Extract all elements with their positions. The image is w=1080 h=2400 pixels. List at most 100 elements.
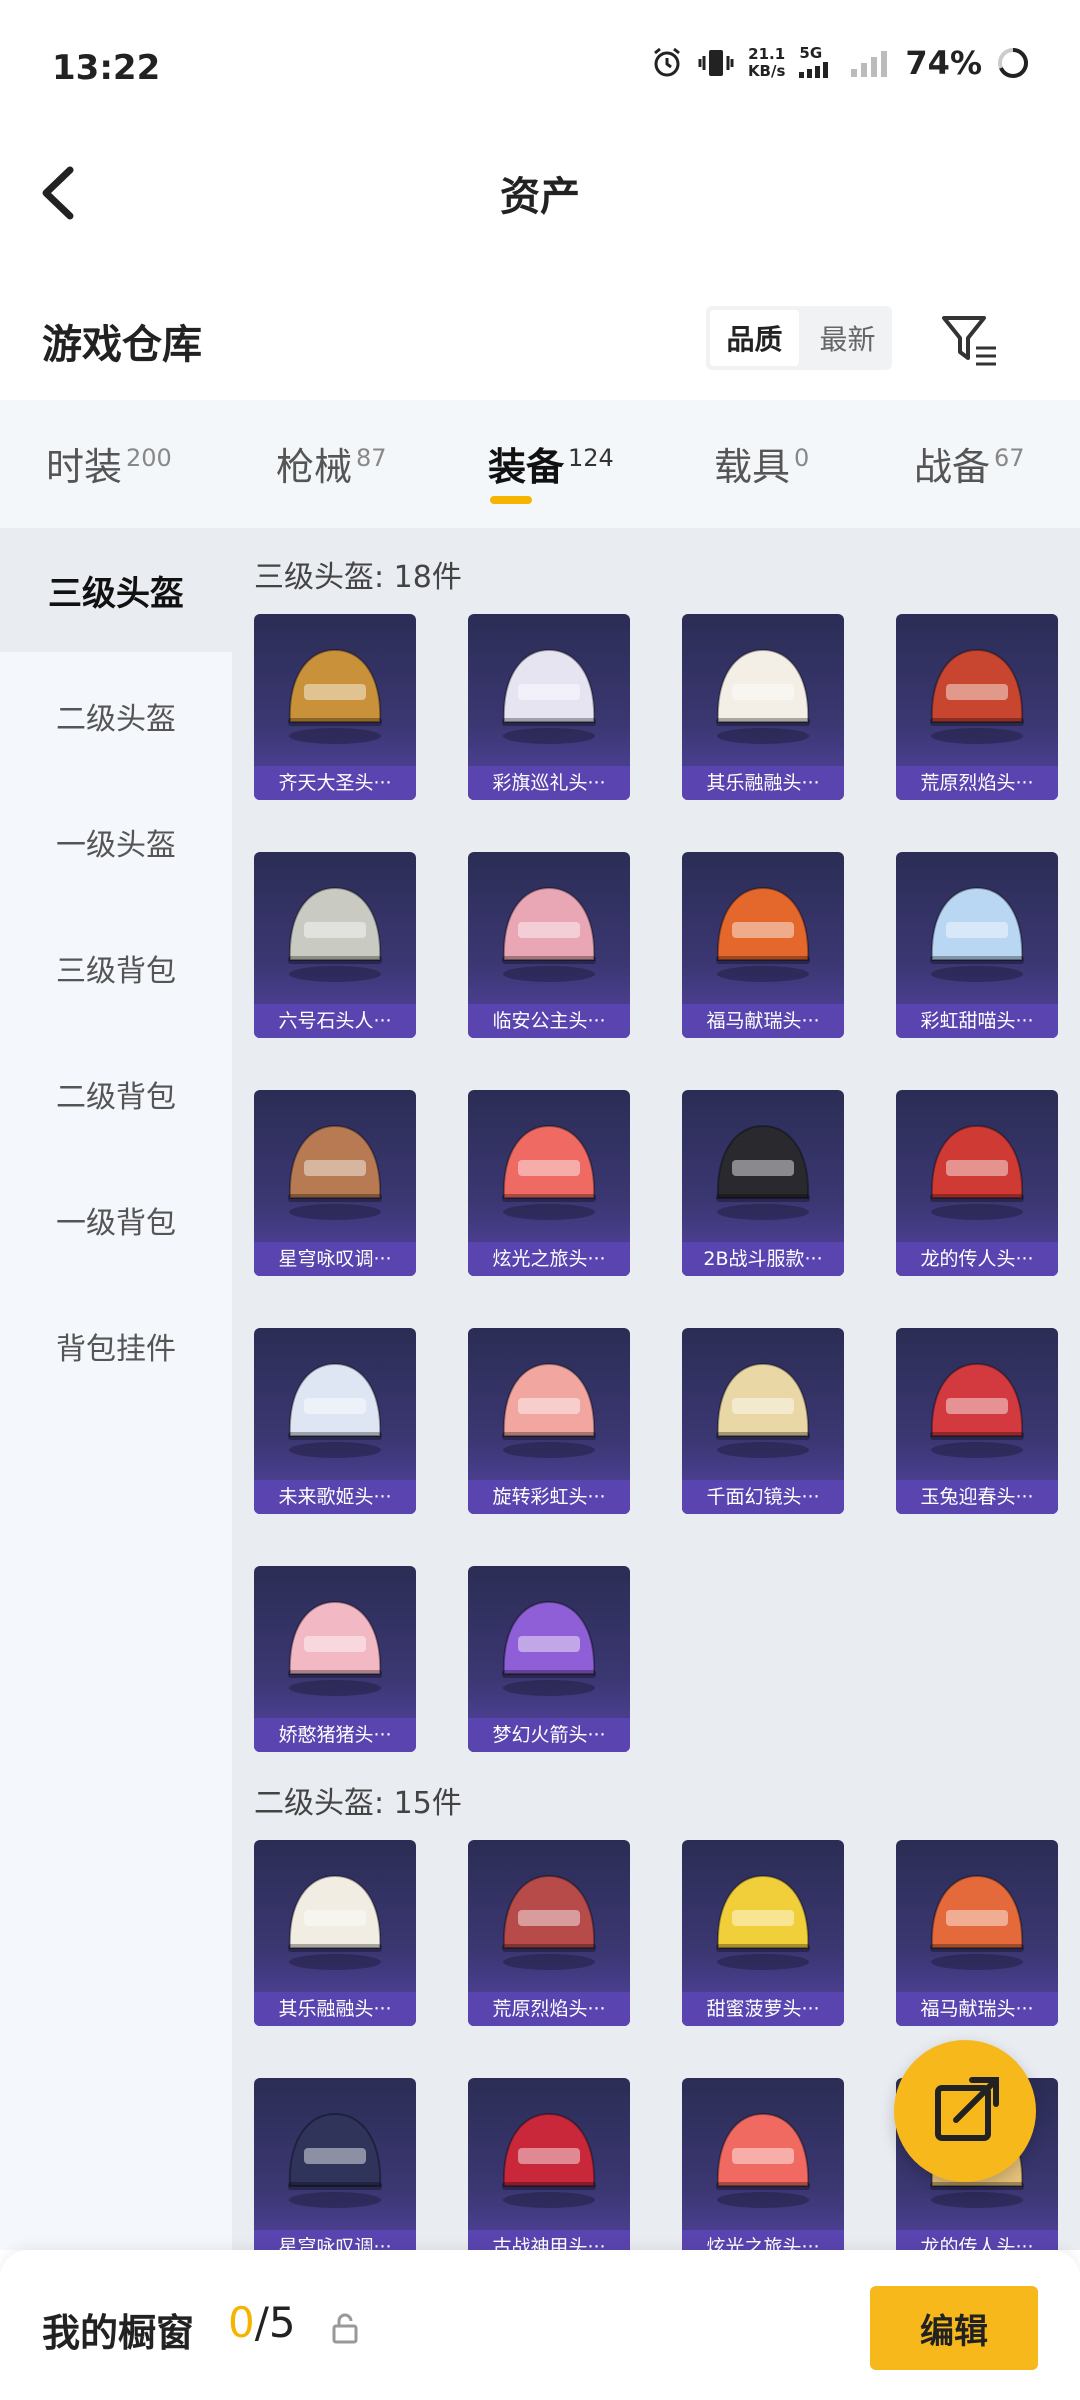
item-name: 炫光之旅头··· [468, 1242, 630, 1276]
item-card[interactable]: 炫光之旅头··· [468, 1090, 630, 1276]
helmet-icon [716, 886, 810, 982]
item-name: 彩旗巡礼头··· [468, 766, 630, 800]
item-card[interactable]: 娇憨猪猪头··· [254, 1566, 416, 1752]
network-type: 5G [799, 43, 837, 82]
helmet-icon [288, 886, 382, 982]
item-name: 梦幻火箭头··· [468, 1718, 630, 1752]
item-card[interactable]: 荒原烈焰头··· [468, 1840, 630, 2026]
sidebar-item-level3-helmet[interactable]: 三级头盔 [0, 528, 232, 652]
status-icons: 21.1 KB/s 5G 74% [650, 44, 1030, 82]
helmet-icon [930, 1874, 1024, 1970]
item-name: 炫光之旅头··· [682, 2230, 844, 2250]
item-name: 齐天大圣头··· [254, 766, 416, 800]
item-card[interactable]: 旋转彩虹头··· [468, 1328, 630, 1514]
group-title: 三级头盔: 18件 [254, 560, 462, 595]
helmet-icon [502, 1600, 596, 1696]
tab-equipment[interactable]: 装备 124 [488, 436, 614, 491]
speed-unit: KB/s [747, 62, 786, 80]
status-time: 13:22 [52, 48, 161, 88]
sidebar-item-level2-helmet[interactable]: 二级头盔 [0, 654, 232, 778]
showcase-bar: 我的橱窗 0/5 编辑 [0, 2250, 1080, 2400]
helmet-icon [502, 2112, 596, 2208]
helmet-icon [716, 1362, 810, 1458]
item-name: 娇憨猪猪头··· [254, 1718, 416, 1752]
showcase-label: 我的橱窗 [42, 2311, 195, 2355]
item-card[interactable]: 福马献瑞头··· [682, 852, 844, 1038]
item-name: 龙的传人头··· [896, 2230, 1058, 2250]
helmet-icon [930, 1124, 1024, 1220]
lock-icon [332, 2313, 358, 2344]
sort-newest-button[interactable]: 最新 [803, 306, 892, 370]
showcase-count-max: /5 [254, 2298, 296, 2347]
item-card[interactable]: 其乐融融头··· [682, 614, 844, 800]
share-button[interactable] [894, 2040, 1036, 2182]
item-card[interactable]: 其乐融融头··· [254, 1840, 416, 2026]
sort-quality-button[interactable]: 品质 [710, 310, 799, 366]
item-card[interactable]: 六号石头人··· [254, 852, 416, 1038]
item-card[interactable]: 千面幻镜头··· [682, 1328, 844, 1514]
item-card[interactable]: 古战神甲头··· [468, 2078, 630, 2250]
item-name: 旋转彩虹头··· [468, 1480, 630, 1514]
tab-label: 枪械 [276, 445, 353, 489]
vibrate-icon [698, 50, 734, 76]
network-label: 5G [799, 43, 823, 62]
tab-weapons[interactable]: 枪械 87 [276, 436, 387, 491]
item-card[interactable]: 炫光之旅头··· [682, 2078, 844, 2250]
battery-percent: 74% [905, 44, 982, 82]
helmet-icon [288, 648, 382, 744]
tab-count: 87 [356, 444, 387, 473]
helmet-icon [930, 886, 1024, 982]
tab-fashion[interactable]: 时装 200 [46, 436, 172, 491]
item-name: 星穹咏叹调··· [254, 2230, 416, 2250]
tab-supplies[interactable]: 战备 67 [914, 436, 1025, 491]
item-card[interactable]: 2B战斗服款··· [682, 1090, 844, 1276]
sidebar-item-backpack-charm[interactable]: 背包挂件 [0, 1284, 232, 1408]
share-external-icon [935, 2077, 999, 2141]
item-name: 甜蜜菠萝头··· [682, 1992, 844, 2026]
item-name: 荒原烈焰头··· [896, 766, 1058, 800]
sidebar-item-level3-backpack[interactable]: 三级背包 [0, 906, 232, 1030]
item-card[interactable]: 齐天大圣头··· [254, 614, 416, 800]
tab-label: 装备 [488, 445, 565, 489]
helmet-icon [502, 1874, 596, 1970]
item-card[interactable]: 彩虹甜喵头··· [896, 852, 1058, 1038]
item-card[interactable]: 星穹咏叹调··· [254, 2078, 416, 2250]
item-card[interactable]: 临安公主头··· [468, 852, 630, 1038]
network-speed: 21.1 KB/s [748, 46, 785, 80]
item-name: 荒原烈焰头··· [468, 1992, 630, 2026]
tab-count: 124 [568, 444, 614, 473]
item-name: 2B战斗服款··· [682, 1242, 844, 1276]
sidebar-item-level1-helmet[interactable]: 一级头盔 [0, 780, 232, 904]
filter-icon[interactable] [940, 312, 1000, 368]
section-title: 游戏仓库 [42, 322, 202, 368]
item-name: 福马献瑞头··· [896, 1992, 1058, 2026]
item-name: 福马献瑞头··· [682, 1004, 844, 1038]
item-card[interactable]: 福马献瑞头··· [896, 1840, 1058, 2026]
item-name: 星穹咏叹调··· [254, 1242, 416, 1276]
active-tab-indicator [490, 496, 532, 504]
item-name: 千面幻镜头··· [682, 1480, 844, 1514]
sidebar-item-level1-backpack[interactable]: 一级背包 [0, 1158, 232, 1282]
tab-label: 战备 [914, 445, 991, 489]
item-card[interactable]: 梦幻火箭头··· [468, 1566, 630, 1752]
item-card[interactable]: 星穹咏叹调··· [254, 1090, 416, 1276]
showcase-count: 0/5 [228, 2298, 296, 2347]
helmet-icon [930, 1362, 1024, 1458]
helmet-icon [716, 1874, 810, 1970]
tab-count: 67 [994, 444, 1025, 473]
item-card[interactable]: 彩旗巡礼头··· [468, 614, 630, 800]
item-card[interactable]: 未来歌姬头··· [254, 1328, 416, 1514]
tab-vehicles[interactable]: 载具 0 [714, 436, 809, 491]
helmet-icon [716, 1124, 810, 1220]
item-card[interactable]: 荒原烈焰头··· [896, 614, 1058, 800]
item-card[interactable]: 甜蜜菠萝头··· [682, 1840, 844, 2026]
sidebar-item-level2-backpack[interactable]: 二级背包 [0, 1032, 232, 1156]
tab-label: 时装 [46, 445, 123, 489]
item-grid: 三级头盔: 18件 二级头盔: 15件 齐天大圣头··· 彩旗巡礼头··· 其乐融融… [232, 528, 1080, 2250]
item-card[interactable]: 龙的传人头··· [896, 1090, 1058, 1276]
helmet-icon [288, 1362, 382, 1458]
category-tabs: 时装 200 枪械 87 装备 124 载具 0 战备 67 [0, 400, 1080, 528]
edit-button[interactable]: 编辑 [870, 2286, 1038, 2370]
helmet-icon [288, 1124, 382, 1220]
item-card[interactable]: 玉兔迎春头··· [896, 1328, 1058, 1514]
